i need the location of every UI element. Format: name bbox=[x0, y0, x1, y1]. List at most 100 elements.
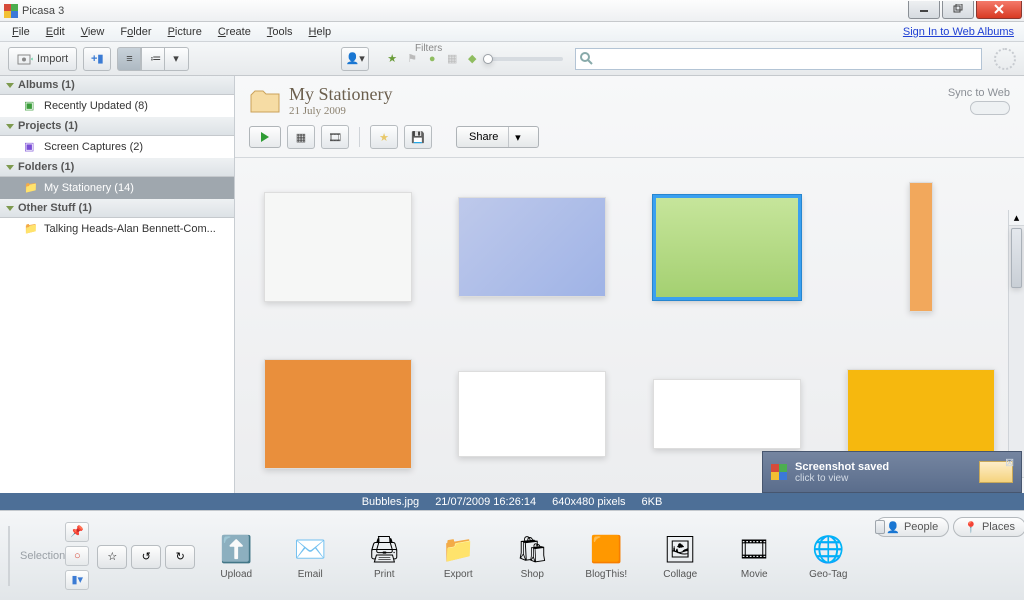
capture-icon: ▣ bbox=[24, 140, 38, 154]
list-icon: ≡ bbox=[126, 53, 132, 65]
filter-tag-icon[interactable]: ◆ bbox=[463, 50, 481, 68]
folder-icon: 📁 bbox=[24, 222, 38, 236]
star-button[interactable]: ★ bbox=[370, 125, 398, 149]
view-mode-group: ≡ ≔ ▾ bbox=[117, 47, 189, 71]
export-icon: 📁 bbox=[440, 531, 476, 567]
sidebar-group-label: Albums (1) bbox=[18, 79, 75, 91]
collage-button[interactable]: ▦ bbox=[287, 125, 315, 149]
chevron-down-icon: ▾ bbox=[515, 131, 521, 144]
view-dropdown-button[interactable]: ▾ bbox=[165, 47, 189, 71]
sidebar-group-label: Projects (1) bbox=[18, 120, 78, 132]
sync-toggle[interactable] bbox=[970, 101, 1010, 115]
hold-button[interactable]: 📌 bbox=[65, 522, 89, 542]
thumbnail[interactable] bbox=[458, 371, 606, 457]
menu-edit[interactable]: Edit bbox=[38, 24, 73, 40]
filter-menu-button[interactable]: 👤▾ bbox=[341, 47, 369, 71]
person-icon: 👤 bbox=[886, 521, 900, 534]
menu-help[interactable]: Help bbox=[301, 24, 340, 40]
bottom-bar: Selection 📌 ○ ▮▾ ☆ ↺ ↻ ⬆️Upload✉️Email🖨P… bbox=[0, 510, 1024, 600]
selection-thumbnail[interactable] bbox=[8, 526, 10, 586]
sidebar-group-albums[interactable]: Albums (1) bbox=[0, 76, 234, 95]
filter-grid-icon[interactable]: ▦ bbox=[443, 50, 461, 68]
thumbnail[interactable] bbox=[653, 195, 801, 300]
import-button[interactable]: Import bbox=[8, 47, 77, 71]
maximize-button[interactable] bbox=[942, 1, 974, 19]
sidebar-item-talking-heads[interactable]: 📁Talking Heads-Alan Bennett-Com... bbox=[0, 218, 234, 240]
menu-view[interactable]: View bbox=[73, 24, 113, 40]
action-label: Collage bbox=[663, 569, 697, 580]
menu-tools[interactable]: Tools bbox=[259, 24, 301, 40]
action-collage[interactable]: 🖼Collage bbox=[653, 531, 707, 580]
clear-button[interactable]: ○ bbox=[65, 546, 89, 566]
notification-toast[interactable]: Screenshot saved click to view ⊠ bbox=[762, 451, 1022, 493]
rotate-right-button[interactable]: ↻ bbox=[165, 545, 195, 569]
sidebar-group-projects[interactable]: Projects (1) bbox=[0, 117, 234, 136]
loading-spinner-icon bbox=[994, 48, 1016, 70]
scrollbar-thumb[interactable] bbox=[1011, 228, 1022, 288]
main-panel: My Stationery 21 July 2009 Sync to Web ▦… bbox=[235, 76, 1024, 493]
action-email[interactable]: ✉️Email bbox=[283, 531, 337, 580]
share-dropdown[interactable]: ▾ bbox=[508, 127, 526, 147]
thumbnail[interactable] bbox=[264, 192, 412, 302]
notification-close-button[interactable]: ⊠ bbox=[1005, 456, 1017, 468]
sidebar-item-screen-captures[interactable]: ▣Screen Captures (2) bbox=[0, 136, 234, 158]
zoom-thumb[interactable] bbox=[875, 520, 885, 534]
status-dimensions: 640x480 pixels bbox=[552, 496, 625, 508]
clear-icon: ○ bbox=[74, 550, 81, 562]
view-list-button[interactable]: ≡ bbox=[117, 47, 141, 71]
close-button[interactable] bbox=[976, 1, 1022, 19]
minimize-button[interactable] bbox=[908, 1, 940, 19]
person-icon: 👤▾ bbox=[346, 52, 365, 65]
action-print[interactable]: 🖨Print bbox=[357, 531, 411, 580]
action-label: Export bbox=[444, 569, 473, 580]
menu-create[interactable]: Create bbox=[210, 24, 259, 40]
action-movie[interactable]: 🎞Movie bbox=[727, 531, 781, 580]
search-input[interactable] bbox=[575, 48, 982, 70]
slideshow-button[interactable] bbox=[249, 126, 281, 148]
date-slider-thumb[interactable] bbox=[483, 54, 493, 64]
status-filesize: 6KB bbox=[642, 496, 663, 508]
thumbnail[interactable] bbox=[909, 182, 933, 312]
share-button[interactable]: Share ▾ bbox=[456, 126, 539, 148]
places-button[interactable]: 📍Places bbox=[953, 517, 1024, 537]
action-blogthis[interactable]: 🟧BlogThis! bbox=[579, 531, 633, 580]
thumbnail[interactable] bbox=[847, 369, 995, 459]
people-button[interactable]: 👤People bbox=[875, 517, 949, 537]
rotate-left-button[interactable]: ↺ bbox=[131, 545, 161, 569]
titlebar: Picasa 3 bbox=[0, 0, 1024, 22]
save-button[interactable]: 💾 bbox=[404, 125, 432, 149]
tree-icon: ≔ bbox=[150, 52, 161, 65]
view-tree-button[interactable]: ≔ bbox=[141, 47, 165, 71]
add-button[interactable]: +▮ bbox=[83, 47, 111, 71]
movie-button[interactable]: 🎞 bbox=[321, 125, 349, 149]
shop-icon: 🛍 bbox=[514, 531, 550, 567]
thumbnail[interactable] bbox=[264, 359, 412, 469]
sidebar-item-my-stationery[interactable]: 📁My Stationery (14) bbox=[0, 177, 234, 199]
menu-file[interactable]: File bbox=[4, 24, 38, 40]
action-shop[interactable]: 🛍Shop bbox=[505, 531, 559, 580]
menu-folder[interactable]: Folder bbox=[112, 24, 159, 40]
filter-star-icon[interactable]: ★ bbox=[383, 50, 401, 68]
date-slider[interactable] bbox=[483, 57, 563, 61]
expand-icon bbox=[6, 206, 14, 211]
sidebar-item-recently-updated[interactable]: ▣Recently Updated (8) bbox=[0, 95, 234, 117]
movie-icon: 🎞 bbox=[736, 531, 772, 567]
sign-in-link[interactable]: Sign In to Web Albums bbox=[903, 26, 1020, 38]
sidebar-group-label: Other Stuff (1) bbox=[18, 202, 92, 214]
menu-picture[interactable]: Picture bbox=[160, 24, 210, 40]
thumbnail[interactable] bbox=[653, 379, 801, 449]
status-datetime: 21/07/2009 16:26:14 bbox=[435, 496, 536, 508]
sidebar-group-other[interactable]: Other Stuff (1) bbox=[0, 199, 234, 218]
action-label: Print bbox=[374, 569, 395, 580]
search-icon bbox=[580, 52, 594, 66]
action-export[interactable]: 📁 Export bbox=[431, 531, 485, 580]
notification-title: Screenshot saved bbox=[795, 461, 889, 473]
action-upload[interactable]: ⬆️Upload bbox=[209, 531, 263, 580]
scroll-up-button[interactable]: ▴ bbox=[1009, 210, 1024, 226]
star-toggle-button[interactable]: ☆ bbox=[97, 545, 127, 569]
add-to-album-button[interactable]: ▮▾ bbox=[65, 570, 89, 590]
sidebar-group-folders[interactable]: Folders (1) bbox=[0, 158, 234, 177]
thumbnail[interactable] bbox=[458, 197, 606, 297]
sync-to-web[interactable]: Sync to Web bbox=[948, 87, 1010, 115]
action-geotag[interactable]: 🌐Geo-Tag bbox=[801, 531, 855, 580]
